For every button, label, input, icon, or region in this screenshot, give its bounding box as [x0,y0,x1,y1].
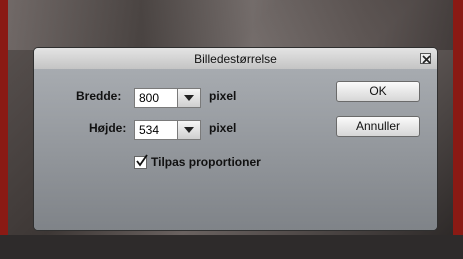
chevron-down-icon [184,127,194,133]
cancel-button[interactable]: Annuller [336,116,420,137]
image-size-dialog: Billedestørrelse Bredde: 800 pixel Højde… [33,47,438,231]
dialog-body: Bredde: 800 pixel Højde: 534 pixel Tilpa… [34,69,437,230]
close-icon[interactable] [420,53,431,64]
chevron-down-icon [184,95,194,101]
dialog-title: Billedestørrelse [194,52,277,66]
height-label: Højde: [89,121,127,135]
photo-highlight [8,0,453,50]
bottom-bar [0,235,463,259]
width-dropdown[interactable] [177,88,201,108]
width-unit-label: pixel [209,89,237,103]
dialog-titlebar[interactable]: Billedestørrelse [34,48,437,70]
constrain-proportions-checkbox[interactable] [134,154,148,169]
checkmark-icon [136,154,148,167]
height-unit-label: pixel [209,121,237,135]
width-field[interactable]: 800 [134,88,178,108]
height-dropdown[interactable] [177,120,201,140]
height-field[interactable]: 534 [134,120,178,140]
ok-button[interactable]: OK [336,81,420,102]
width-label: Bredde: [76,89,122,103]
constrain-proportions-label[interactable]: Tilpas proportioner [151,155,261,169]
